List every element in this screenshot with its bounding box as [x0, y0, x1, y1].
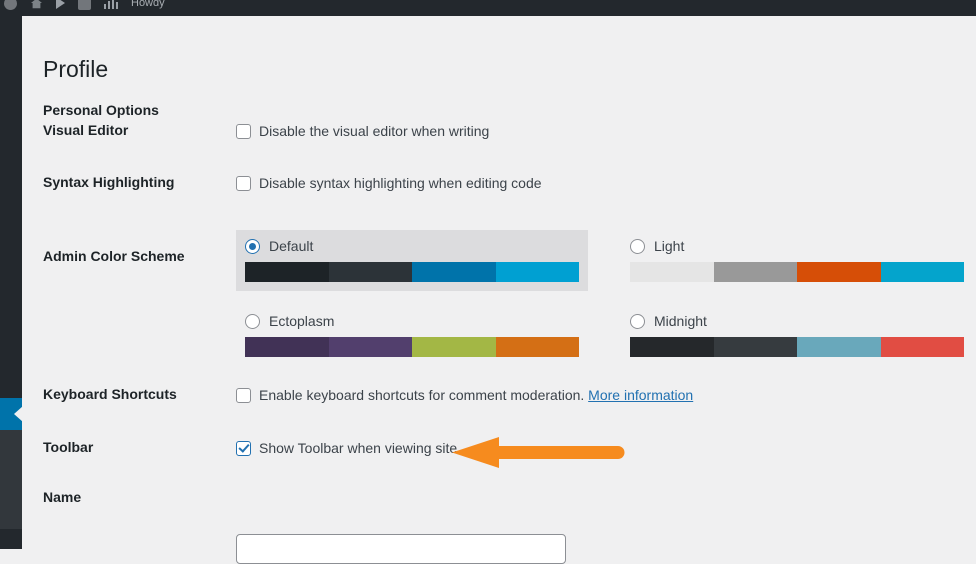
- swatch: [328, 262, 412, 282]
- visual-editor-checkbox-row[interactable]: Disable the visual editor when writing: [236, 122, 489, 140]
- toolbar-checkbox-row[interactable]: Show Toolbar when viewing site: [236, 439, 457, 457]
- profile-form-table: Visual Editor Disable the visual editor …: [22, 121, 976, 546]
- section-title-personal-options: Personal Options: [43, 101, 159, 118]
- color-scheme-light-radio[interactable]: [630, 239, 645, 254]
- username-input[interactable]: [236, 534, 566, 564]
- swatch: [412, 337, 496, 357]
- plus-icon[interactable]: [78, 0, 91, 10]
- comment-bubble-icon[interactable]: [56, 0, 65, 9]
- page-title: Profile: [43, 56, 109, 83]
- row-admin-color-scheme: Admin Color Scheme Default Light Ectopla…: [22, 226, 976, 385]
- color-scheme-midnight[interactable]: Midnight: [621, 305, 973, 366]
- color-scheme-light[interactable]: Light: [621, 230, 973, 291]
- swatch: [797, 262, 881, 282]
- visual-editor-checkbox-label: Disable the visual editor when writing: [259, 123, 490, 139]
- row-label-syntax-highlighting: Syntax Highlighting: [43, 174, 175, 190]
- sidebar-item-partial[interactable]: e: [0, 234, 22, 252]
- row-label-toolbar: Toolbar: [43, 439, 94, 455]
- swatch: [713, 262, 797, 282]
- row-label-admin-color-scheme: Admin Color Scheme: [43, 248, 185, 264]
- color-scheme-default-label: Default: [269, 238, 314, 254]
- color-scheme-midnight-palette: [630, 337, 964, 357]
- field-keyboard-shortcuts: Enable keyboard shortcuts for comment mo…: [236, 386, 693, 404]
- toolbar-checkbox-label: Show Toolbar when viewing site: [259, 440, 458, 456]
- swatch: [412, 262, 496, 282]
- row-keyboard-shortcuts: Keyboard Shortcuts Enable keyboard short…: [22, 385, 976, 438]
- swatch: [630, 337, 714, 357]
- sidebar-footer: [0, 529, 22, 549]
- swatch: [328, 337, 412, 357]
- color-scheme-options: Default Light Ectoplasm Midnight: [236, 230, 976, 380]
- wordpress-logo-icon[interactable]: [4, 0, 17, 10]
- admin-bar-items: Howdy: [4, 0, 165, 16]
- keyboard-shortcuts-text: Enable keyboard shortcuts for comment mo…: [259, 387, 585, 403]
- swatch: [495, 337, 579, 357]
- row-label-keyboard-shortcuts: Keyboard Shortcuts: [43, 386, 177, 402]
- sidebar-submenu[interactable]: [0, 430, 22, 529]
- gauge-icon[interactable]: [104, 0, 118, 9]
- color-scheme-light-label: Light: [654, 238, 685, 254]
- toolbar-checkbox[interactable]: [236, 440, 251, 456]
- admin-sidebar-menu[interactable]: e: [0, 16, 23, 549]
- left-arrow-annotation-icon: [452, 436, 629, 469]
- swatch: [630, 262, 714, 282]
- more-information-link[interactable]: More information: [588, 387, 693, 403]
- color-scheme-midnight-head: Midnight: [630, 313, 964, 330]
- row-visual-editor: Visual Editor Disable the visual editor …: [22, 121, 976, 173]
- swatch: [797, 337, 881, 357]
- swatch: [495, 262, 579, 282]
- admin-bar[interactable]: Howdy: [0, 0, 976, 16]
- home-icon[interactable]: [30, 0, 43, 10]
- color-scheme-ectoplasm[interactable]: Ectoplasm: [236, 305, 588, 366]
- field-syntax-highlighting: Disable syntax highlighting when editing…: [236, 174, 542, 192]
- color-scheme-light-head: Light: [630, 238, 964, 255]
- field-admin-color-scheme: Default Light Ectoplasm Midnight: [236, 230, 976, 380]
- keyboard-shortcuts-checkbox-label: Enable keyboard shortcuts for comment mo…: [259, 386, 693, 404]
- color-scheme-ectoplasm-label: Ectoplasm: [269, 313, 335, 329]
- sidebar-item-label: e: [0, 234, 8, 248]
- color-scheme-default-head: Default: [245, 238, 579, 255]
- color-scheme-default[interactable]: Default: [236, 230, 588, 291]
- row-label-visual-editor: Visual Editor: [43, 122, 129, 138]
- swatch: [245, 337, 329, 357]
- field-visual-editor: Disable the visual editor when writing: [236, 122, 489, 140]
- row-label-name: Name: [43, 489, 82, 505]
- syntax-highlighting-checkbox-row[interactable]: Disable syntax highlighting when editing…: [236, 174, 542, 192]
- color-scheme-default-palette: [245, 262, 579, 282]
- color-scheme-ectoplasm-head: Ectoplasm: [245, 313, 579, 330]
- color-scheme-ectoplasm-radio[interactable]: [245, 314, 260, 329]
- swatch: [880, 337, 964, 357]
- color-scheme-default-radio[interactable]: [245, 239, 260, 254]
- field-toolbar: Show Toolbar when viewing site: [236, 439, 457, 457]
- syntax-highlighting-checkbox-label: Disable syntax highlighting when editing…: [259, 175, 542, 191]
- keyboard-shortcuts-checkbox[interactable]: [236, 387, 251, 403]
- color-scheme-ectoplasm-palette: [245, 337, 579, 357]
- swatch: [245, 262, 329, 282]
- row-syntax-highlighting: Syntax Highlighting Disable syntax highl…: [22, 173, 976, 226]
- swatch: [713, 337, 797, 357]
- color-scheme-midnight-label: Midnight: [654, 313, 707, 329]
- color-scheme-light-palette: [630, 262, 964, 282]
- wordpress-admin-screen: Howdy e Profile Personal Options Visual …: [0, 0, 976, 564]
- swatch: [880, 262, 964, 282]
- visual-editor-checkbox[interactable]: [236, 123, 251, 139]
- sidebar-item-users[interactable]: [0, 398, 23, 430]
- keyboard-shortcuts-checkbox-row[interactable]: Enable keyboard shortcuts for comment mo…: [236, 386, 693, 404]
- syntax-highlighting-checkbox[interactable]: [236, 175, 251, 191]
- color-scheme-midnight-radio[interactable]: [630, 314, 645, 329]
- admin-bar-howdy-label[interactable]: Howdy: [131, 0, 165, 9]
